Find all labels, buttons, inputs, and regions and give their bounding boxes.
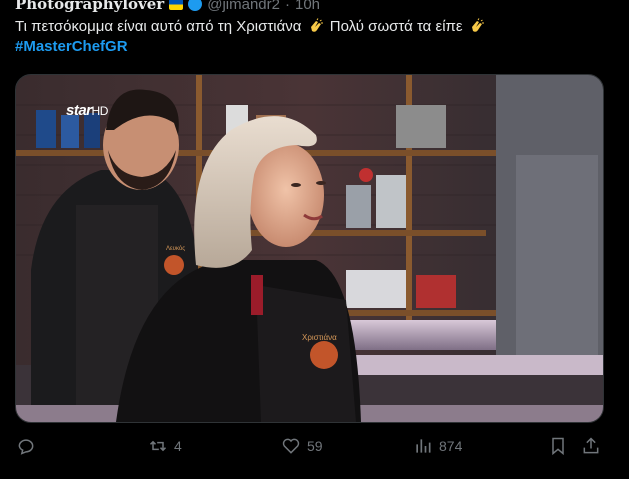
retweet-button[interactable]: 4 <box>148 432 182 460</box>
tv-still-image: Λευκός Χριστιάνα <box>16 75 603 422</box>
bookmark-button[interactable] <box>548 432 568 460</box>
apron-label-right: Χριστιάνα <box>302 333 337 342</box>
clapping-hands-icon <box>310 18 323 32</box>
views-count: 874 <box>439 438 463 454</box>
masterchef-logo-left <box>164 255 184 275</box>
hashtag-link[interactable]: #MasterChefGR <box>15 38 128 55</box>
tweet-header: Photographylover @jimandr2 · 10h <box>15 0 320 14</box>
author-name[interactable]: Photographylover <box>15 0 164 13</box>
tweet-time[interactable]: 10h <box>295 0 320 13</box>
tweet-text-part1: Τι πετσόκομμα είναι αυτό από τη Χριστιάν… <box>15 18 302 35</box>
like-count: 59 <box>307 438 323 454</box>
views-button[interactable]: 874 <box>413 432 462 460</box>
tweet-actions-bar: 4 59 874 <box>0 432 629 460</box>
author-handle[interactable]: @jimandr2 <box>207 0 280 13</box>
apron-label-left: Λευκός <box>166 245 185 252</box>
tweet-text-part2: Πολύ σωστά τα είπε <box>329 18 463 35</box>
tweet-text: Τι πετσόκομμα είναι αυτό από τη Χριστιάν… <box>15 17 615 57</box>
views-chart-icon <box>416 439 431 453</box>
badge-icon <box>188 0 203 11</box>
tweet-media-image[interactable]: Λευκός Χριστιάνα starHD <box>15 74 604 423</box>
flag-icon <box>169 0 184 10</box>
share-icon <box>583 437 599 454</box>
reply-button[interactable] <box>16 432 36 460</box>
like-button[interactable]: 59 <box>281 432 323 460</box>
share-button[interactable] <box>581 432 601 460</box>
channel-watermark: starHD <box>66 102 108 119</box>
clapping-hands-icon <box>471 18 484 32</box>
reply-icon <box>18 439 34 455</box>
separator-dot: · <box>284 0 290 13</box>
bookmark-icon <box>552 437 564 456</box>
masterchef-logo-right <box>310 341 338 369</box>
retweet-icon <box>149 440 167 452</box>
heart-icon <box>282 438 300 454</box>
watermark-hd: HD <box>91 104 109 118</box>
retweet-count: 4 <box>174 438 182 454</box>
watermark-brand: star <box>66 102 92 119</box>
